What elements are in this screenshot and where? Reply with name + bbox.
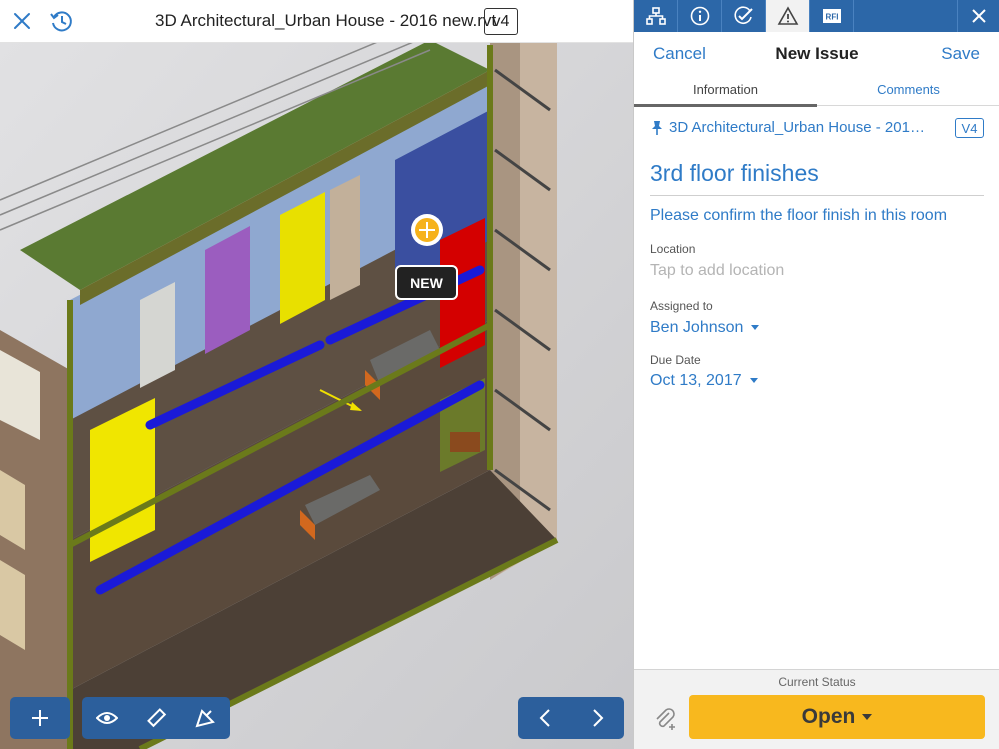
new-issue-pin-label[interactable]: NEW	[410, 275, 443, 291]
app-root: 3D Architectural_Urban House - 2016 new.…	[0, 0, 999, 749]
assigned-to-value: Ben Johnson	[650, 319, 744, 336]
history-icon[interactable]	[48, 8, 74, 34]
hierarchy-icon[interactable]	[634, 0, 678, 32]
close-icon[interactable]	[9, 8, 35, 34]
tab-comments[interactable]: Comments	[817, 76, 999, 106]
linked-file-name[interactable]: 3D Architectural_Urban House - 2016 new.…	[669, 119, 929, 136]
chevron-down-icon	[749, 378, 758, 384]
due-date-dropdown[interactable]: Oct 13, 2017	[650, 372, 758, 390]
issue-panel: RFI Cancel New Issue Save Information Co…	[633, 0, 999, 749]
view-toolbar	[82, 697, 230, 739]
eye-icon[interactable]	[82, 697, 131, 739]
due-date-label: Due Date	[650, 353, 701, 367]
ruler-icon[interactable]	[131, 697, 180, 739]
due-date-value: Oct 13, 2017	[650, 372, 742, 389]
assigned-to-dropdown[interactable]: Ben Johnson	[650, 319, 760, 337]
info-icon[interactable]	[678, 0, 722, 32]
segmented-control: Information Comments	[634, 76, 999, 107]
location-label: Location	[650, 242, 696, 256]
chevron-left-icon[interactable]	[518, 697, 571, 739]
chevron-down-icon	[862, 714, 873, 720]
svg-text:RFI: RFI	[825, 13, 838, 22]
chevron-right-icon[interactable]	[571, 697, 624, 739]
assigned-to-label: Assigned to	[650, 299, 713, 313]
markup-icon[interactable]	[180, 697, 229, 739]
current-status-label: Current Status	[778, 675, 856, 689]
close-icon[interactable]	[958, 0, 999, 32]
status-dropdown-button[interactable]: Open	[689, 695, 985, 739]
issue-title-field[interactable]: 3rd floor finishes	[650, 158, 984, 196]
checklist-icon[interactable]	[722, 0, 766, 32]
issue-description-field[interactable]: Please confirm the floor finish in this …	[650, 207, 947, 225]
building-model-render[interactable]: NEW	[0, 43, 633, 749]
cancel-button[interactable]: Cancel	[653, 44, 706, 64]
document-title: 3D Architectural_Urban House - 2016 new.…	[155, 11, 497, 30]
model-viewer[interactable]: 3D Architectural_Urban House - 2016 new.…	[0, 0, 633, 749]
save-button[interactable]: Save	[941, 44, 980, 64]
linked-file-row[interactable]: 3D Architectural_Urban House - 2016 new.…	[650, 118, 984, 140]
tab-information[interactable]: Information	[634, 76, 817, 107]
viewer-top-bar: 3D Architectural_Urban House - 2016 new.…	[0, 0, 633, 43]
plus-icon[interactable]	[10, 697, 70, 739]
location-field[interactable]: Tap to add location	[650, 262, 784, 280]
status-value: Open	[801, 705, 856, 728]
pin-icon	[652, 121, 662, 135]
rfi-icon[interactable]: RFI	[810, 0, 854, 32]
panel-nav-bar: Cancel New Issue Save	[634, 32, 999, 76]
version-badge[interactable]: v4	[484, 8, 518, 35]
panel-tab-bar: RFI	[634, 0, 999, 32]
chevron-down-icon	[751, 325, 760, 331]
add-toolbar	[10, 697, 70, 739]
warning-icon[interactable]	[766, 0, 810, 32]
status-footer: Current Status Open	[634, 669, 999, 749]
attachment-icon[interactable]	[652, 706, 678, 732]
file-version-badge: V4	[955, 118, 984, 138]
navigation-toolbar	[518, 697, 624, 739]
